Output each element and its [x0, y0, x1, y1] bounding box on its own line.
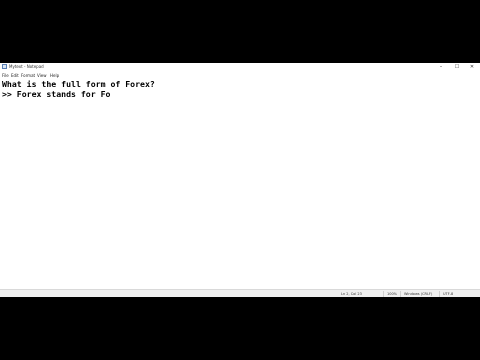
title-bar: Mytext - Notepad – ☐ ✕	[0, 63, 480, 71]
menu-file[interactable]: File	[2, 73, 9, 78]
text-editor-area[interactable]: What is the full form of Forex? >> Forex…	[0, 79, 480, 289]
status-divider	[400, 291, 401, 297]
notepad-icon	[2, 64, 7, 69]
menu-view[interactable]: View	[37, 73, 47, 78]
close-button[interactable]: ✕	[464, 63, 480, 71]
editor-line: >> Forex stands for Fo	[2, 89, 111, 99]
maximize-button[interactable]: ☐	[449, 63, 465, 71]
encoding-status: UTF-8	[443, 292, 454, 296]
zoom-status: 100%	[387, 292, 398, 296]
status-divider	[439, 291, 440, 297]
window-title: Mytext - Notepad	[9, 64, 44, 69]
editor-line: What is the full form of Forex?	[2, 79, 155, 89]
menu-help[interactable]: Help	[50, 73, 59, 78]
menu-format[interactable]: Format	[21, 73, 35, 78]
status-bar: Ln 2, Col 23 100% Windows (CRLF) UTF-8	[0, 289, 480, 297]
cursor-position-status: Ln 2, Col 23	[341, 292, 362, 296]
menu-edit[interactable]: Edit	[11, 73, 19, 78]
line-ending-status: Windows (CRLF)	[404, 292, 433, 296]
status-divider	[383, 291, 384, 297]
notepad-window: Mytext - Notepad – ☐ ✕ File Edit Format …	[0, 63, 480, 297]
menu-bar: File Edit Format View Help	[0, 71, 480, 79]
minimize-button[interactable]: –	[433, 63, 449, 71]
